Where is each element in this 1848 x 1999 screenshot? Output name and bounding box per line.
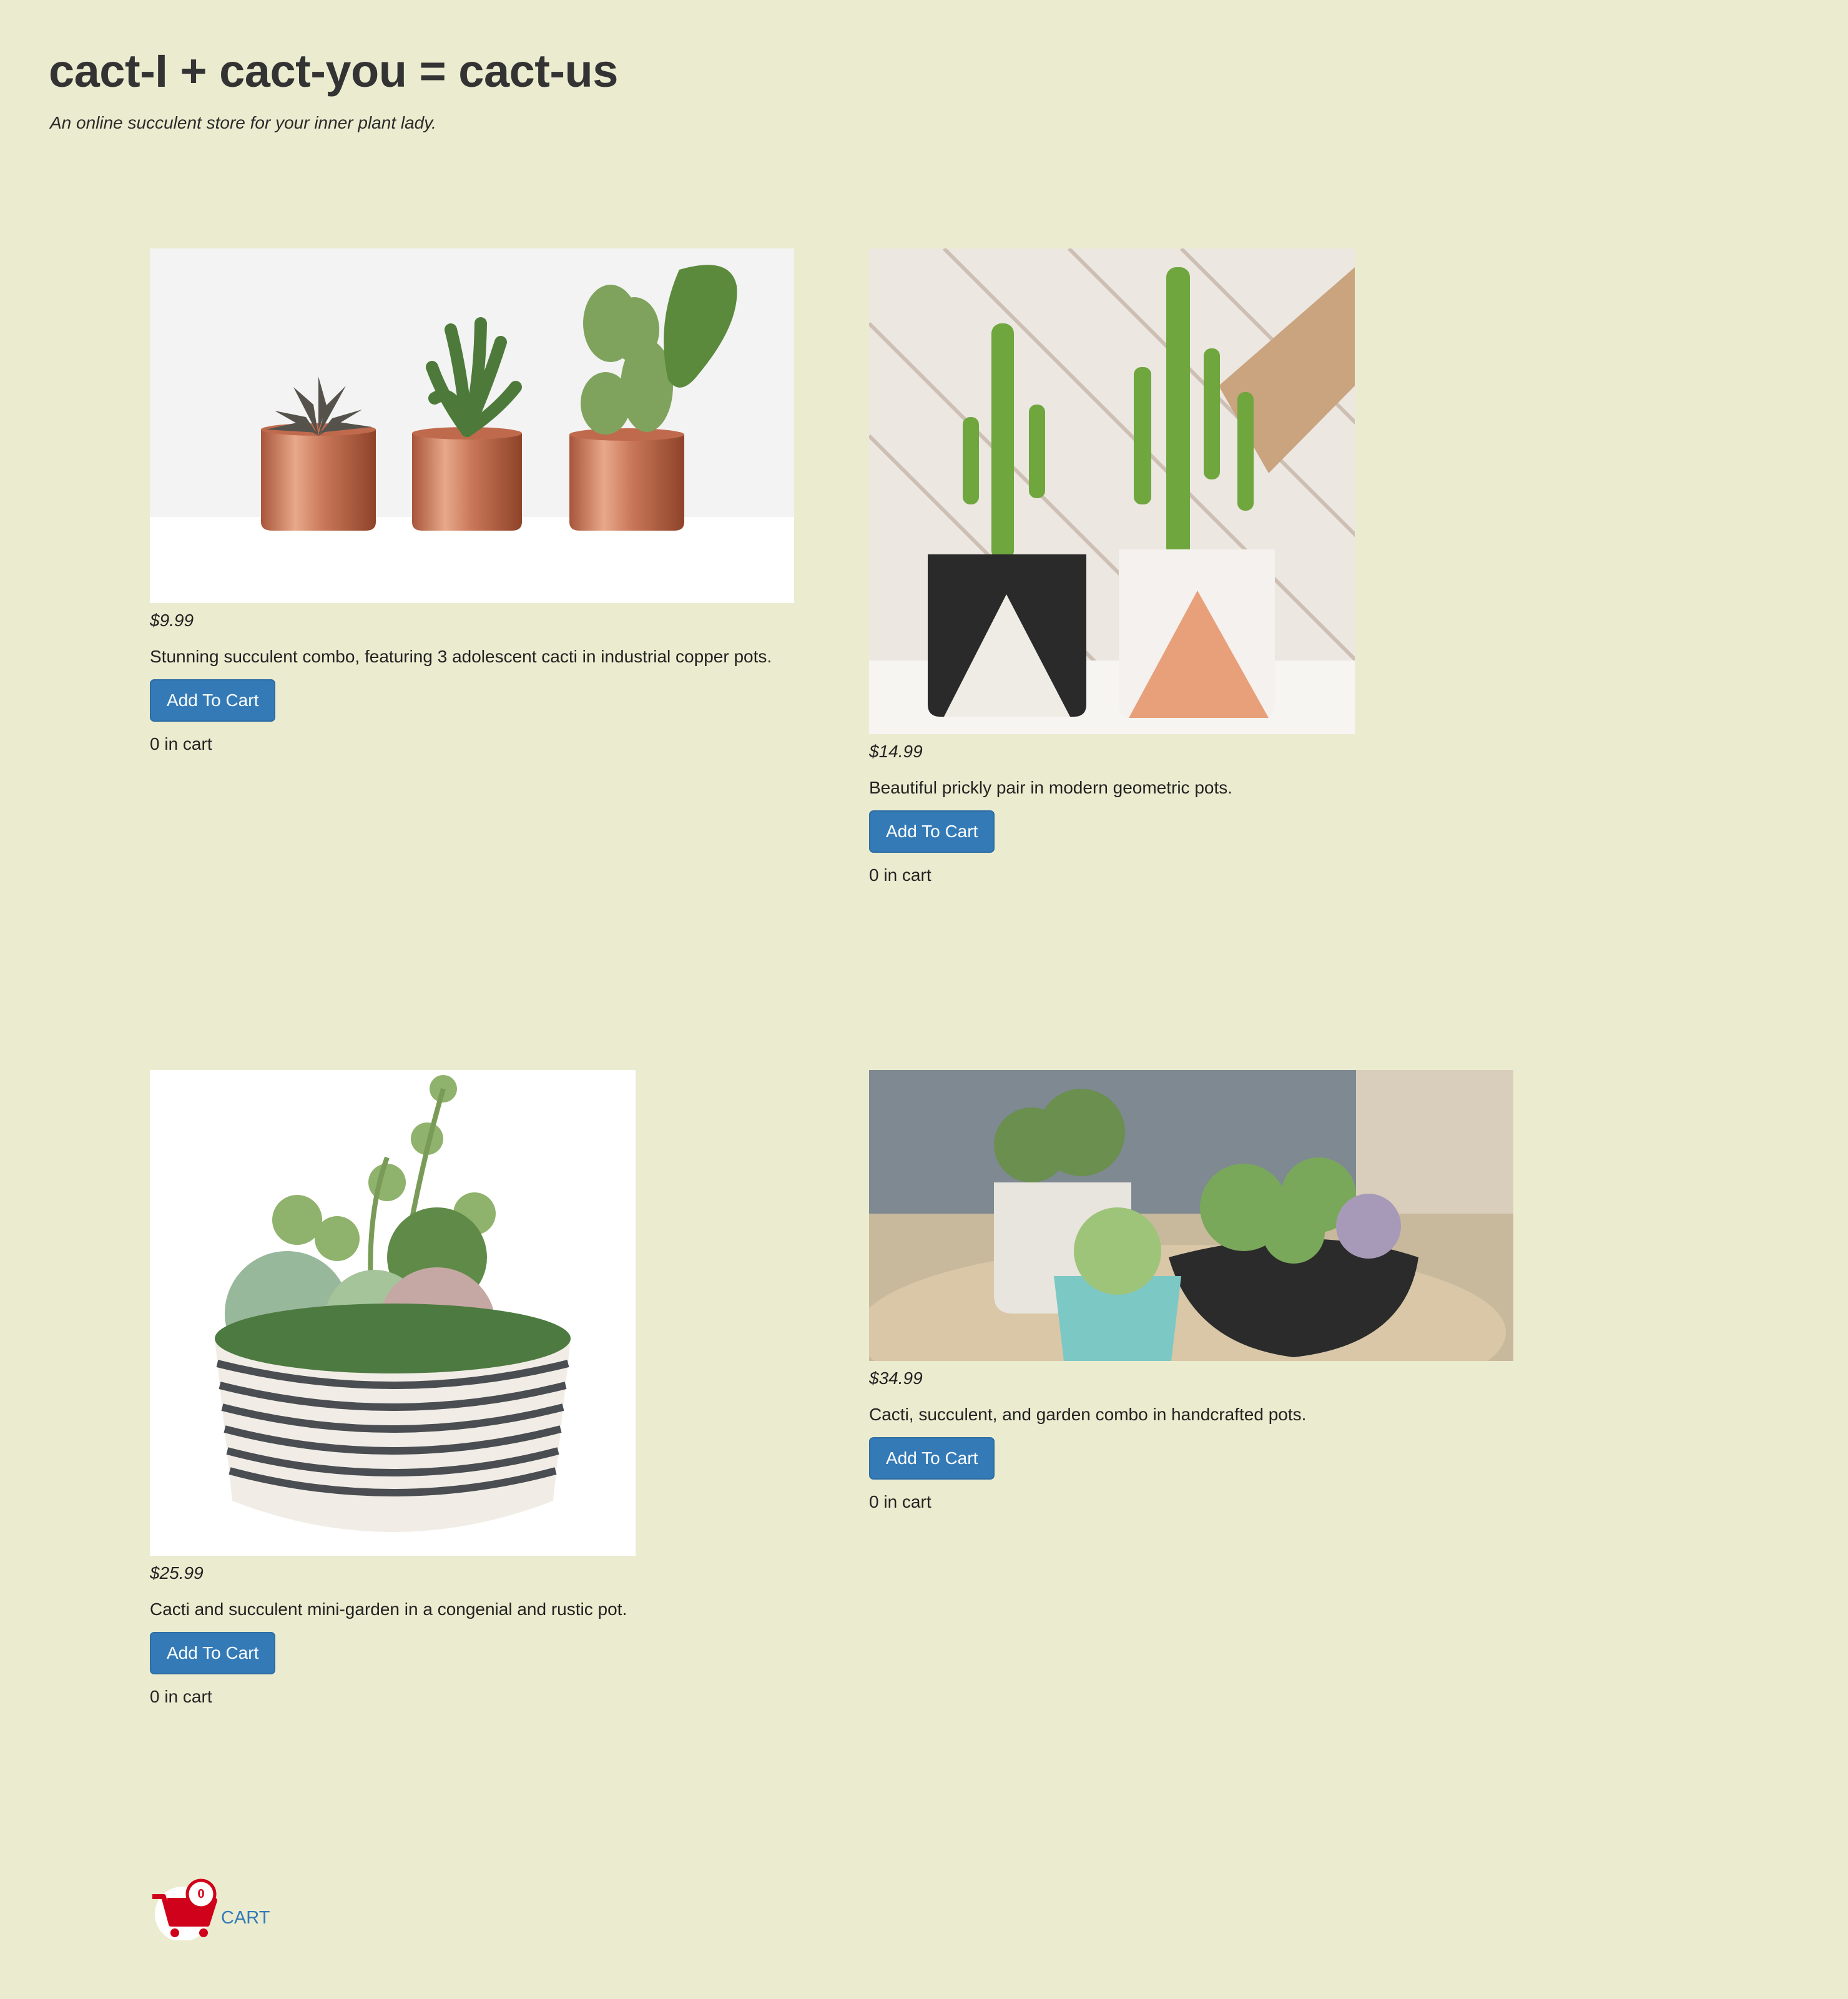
product-description: Cacti, succulent, and garden combo in ha… [869,1405,1307,1424]
product-image [869,248,1355,734]
page: cact-I + cact-you = cact-us An online su… [0,0,1848,1999]
in-cart-count: 0 in cart [869,865,931,885]
site-tagline: An online succulent store for your inner… [50,113,436,132]
product-card: $34.99 Cacti, succulent, and garden comb… [869,1070,1513,1515]
product-price: $14.99 [869,742,923,761]
product-card: $14.99 Beautiful prickly pair in modern … [869,248,1355,888]
in-cart-count: 0 in cart [869,1492,931,1511]
in-cart-count: 0 in cart [150,1687,212,1706]
cart-link[interactable]: CART [221,1908,270,1928]
add-to-cart-button[interactable]: Add To Cart [869,1437,995,1480]
product-card: $9.99 Stunning succulent combo, featurin… [150,248,794,757]
product-image [150,248,794,603]
cart-count-badge: 0 [197,1887,205,1901]
product-description: Beautiful prickly pair in modern geometr… [869,778,1233,797]
site-title: cact-I + cact-you = cact-us [49,45,618,97]
cart[interactable]: 0 CART [150,1878,270,1942]
product-price: $25.99 [150,1563,204,1583]
product-price: $9.99 [150,611,194,630]
shopping-cart-icon[interactable]: 0 [150,1878,219,1942]
add-to-cart-button[interactable]: Add To Cart [150,679,276,722]
in-cart-count: 0 in cart [150,734,212,754]
product-price: $34.99 [869,1368,923,1388]
product-card: $25.99 Cacti and succulent mini-garden i… [150,1070,636,1709]
product-description: Cacti and succulent mini-garden in a con… [150,1599,627,1619]
product-image [869,1070,1513,1361]
product-description: Stunning succulent combo, featuring 3 ad… [150,647,772,666]
add-to-cart-button[interactable]: Add To Cart [150,1632,276,1674]
add-to-cart-button[interactable]: Add To Cart [869,810,995,853]
product-image [150,1070,636,1556]
